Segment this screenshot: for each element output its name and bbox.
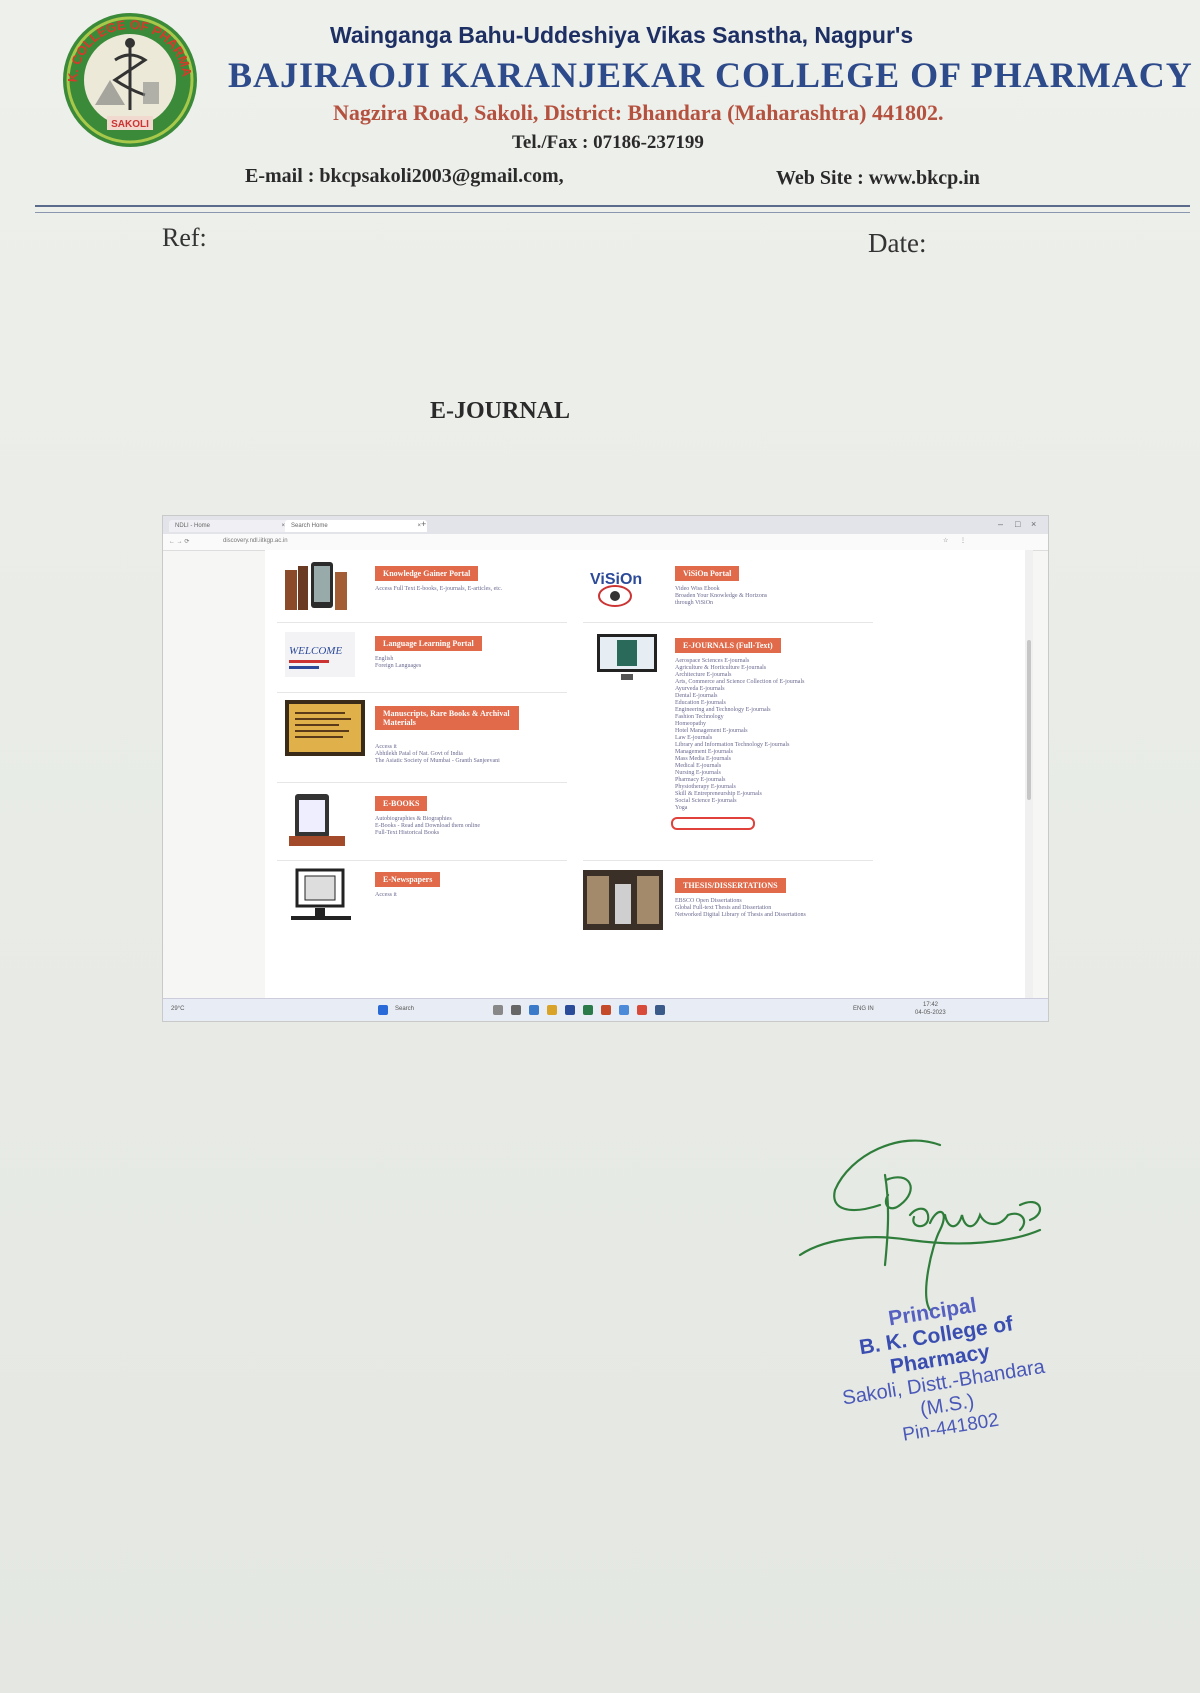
nav-arrows-icon: ← → ⟳ bbox=[169, 539, 190, 545]
minimize-icon: – bbox=[998, 519, 1004, 529]
separator bbox=[583, 860, 873, 861]
browser-tab-bar: NDLI - Home × Search Home × + – □ × bbox=[163, 516, 1048, 534]
clock-time: 17:42 bbox=[923, 1002, 939, 1008]
vision-logo-icon: ViSiOn bbox=[590, 571, 642, 607]
browser-tab: NDLI - Home × bbox=[169, 520, 291, 532]
knowledge-gainer-desc: Access Full Text E-books, E-journals, E-… bbox=[375, 586, 503, 592]
language-portal-desc: English Foreign Languages bbox=[375, 656, 422, 669]
organization-name: Wainganga Bahu-Uddeshiya Vikas Sanstha, … bbox=[330, 22, 914, 48]
language-indicator: ENG IN bbox=[853, 1006, 874, 1012]
taskview-icon bbox=[493, 1005, 503, 1015]
enewspapers-title: E-Newspapers bbox=[375, 872, 441, 887]
newspaper-computer-icon bbox=[291, 868, 351, 920]
books-phone-icon bbox=[285, 562, 347, 610]
monitor-tablet-icon bbox=[597, 634, 657, 680]
college-website: Web Site : www.bkcp.in bbox=[776, 167, 980, 189]
welcome-languages-icon: WELCOME bbox=[285, 632, 355, 677]
college-address: Nagzira Road, Sakoli, District: Bhandara… bbox=[333, 100, 944, 125]
scrollbar-thumb bbox=[1027, 640, 1031, 800]
date-label: Date: bbox=[868, 228, 927, 258]
ndl-page: Knowledge Gainer Portal Access Full Text… bbox=[265, 550, 1025, 1000]
svg-text:WELCOME: WELCOME bbox=[289, 645, 342, 657]
manuscripts-title: Manuscripts, Rare Books & Archival Mater… bbox=[375, 706, 519, 730]
separator bbox=[277, 782, 567, 783]
browser-tab-active: Search Home × bbox=[285, 520, 427, 532]
ebooks-desc: Autobiographies & Biographies E-Books - … bbox=[375, 816, 480, 836]
separator bbox=[277, 622, 567, 623]
taskbar-search: Search bbox=[395, 1006, 415, 1012]
college-logo: B.K. COLLEGE OF PHARMACY SAKOLI bbox=[55, 10, 197, 147]
ebooks-title: E-BOOKS bbox=[375, 796, 428, 811]
new-tab-icon: + bbox=[421, 519, 427, 529]
separator bbox=[277, 692, 567, 693]
ejournals-list: Aerospace Sciences E-journals Agricultur… bbox=[675, 658, 805, 811]
letterhead-divider bbox=[35, 205, 1190, 207]
weather-widget: 29°C bbox=[171, 1006, 185, 1012]
logo-text-bottom: SAKOLI bbox=[111, 119, 149, 130]
college-telephone: Tel./Fax : 07186-237199 bbox=[512, 132, 704, 153]
enewspapers-desc: Access it bbox=[375, 892, 397, 898]
manuscript-icon bbox=[285, 700, 365, 756]
library-shelves-icon bbox=[583, 870, 663, 930]
file-explorer-icon bbox=[547, 1005, 557, 1015]
ejournals-title: E-JOURNALS (Full-Text) bbox=[675, 638, 781, 653]
college-email: E-mail : bkcpsakoli2003@gmail.com, bbox=[245, 165, 564, 187]
maximize-icon: □ bbox=[1015, 519, 1021, 529]
language-portal-title: Language Learning Portal bbox=[375, 636, 482, 651]
document-heading: E-JOURNAL bbox=[430, 398, 571, 424]
word-icon bbox=[565, 1005, 575, 1015]
theses-title: THESIS/DISSERTATIONS bbox=[675, 878, 786, 893]
close-window-icon: × bbox=[1031, 519, 1037, 529]
widgets-icon bbox=[511, 1005, 521, 1015]
edge-icon bbox=[529, 1005, 539, 1015]
clock-date: 04-05-2023 bbox=[915, 1010, 946, 1016]
windows-taskbar: 29°C Search ENG IN 17:42 04-05-2023 bbox=[163, 998, 1048, 1021]
store-icon bbox=[619, 1005, 629, 1015]
college-name: BAJIRAOJI KARANJEKAR COLLEGE OF PHARMACY bbox=[228, 55, 1193, 95]
page-scrollbar bbox=[1025, 550, 1033, 1000]
browser-address-bar: ← → ⟳ discovery.ndl.iitkgp.ac.in ☆ ⋮ bbox=[163, 534, 1048, 551]
ref-label: Ref: bbox=[162, 223, 207, 252]
embedded-browser-screenshot: NDLI - Home × Search Home × + – □ × ← → … bbox=[162, 515, 1049, 1022]
browser-toolbar-icons: ☆ ⋮ bbox=[943, 538, 972, 544]
powerpoint-icon bbox=[601, 1005, 611, 1015]
vision-portal-title: ViSiOn Portal bbox=[675, 566, 740, 581]
excel-icon bbox=[583, 1005, 593, 1015]
pharmacy-highlight-circle bbox=[671, 817, 755, 830]
vision-portal-desc: Video Wiss Ebook Broaden Your Knowledge … bbox=[675, 586, 768, 606]
separator bbox=[583, 622, 873, 623]
app-icon bbox=[655, 1005, 665, 1015]
manuscripts-desc: Access it Abhilekh Patal of Nat. Govt of… bbox=[375, 744, 500, 764]
windows-start-icon bbox=[378, 1005, 388, 1015]
url-text: discovery.ndl.iitkgp.ac.in bbox=[223, 538, 288, 544]
ebook-reader-icon bbox=[289, 794, 345, 846]
chrome-icon bbox=[637, 1005, 647, 1015]
theses-desc: EBSCO Open Dissertations Global Full-tex… bbox=[675, 898, 806, 918]
separator bbox=[277, 860, 567, 861]
knowledge-gainer-title: Knowledge Gainer Portal bbox=[375, 566, 479, 581]
letterhead-divider-thin bbox=[35, 212, 1190, 213]
